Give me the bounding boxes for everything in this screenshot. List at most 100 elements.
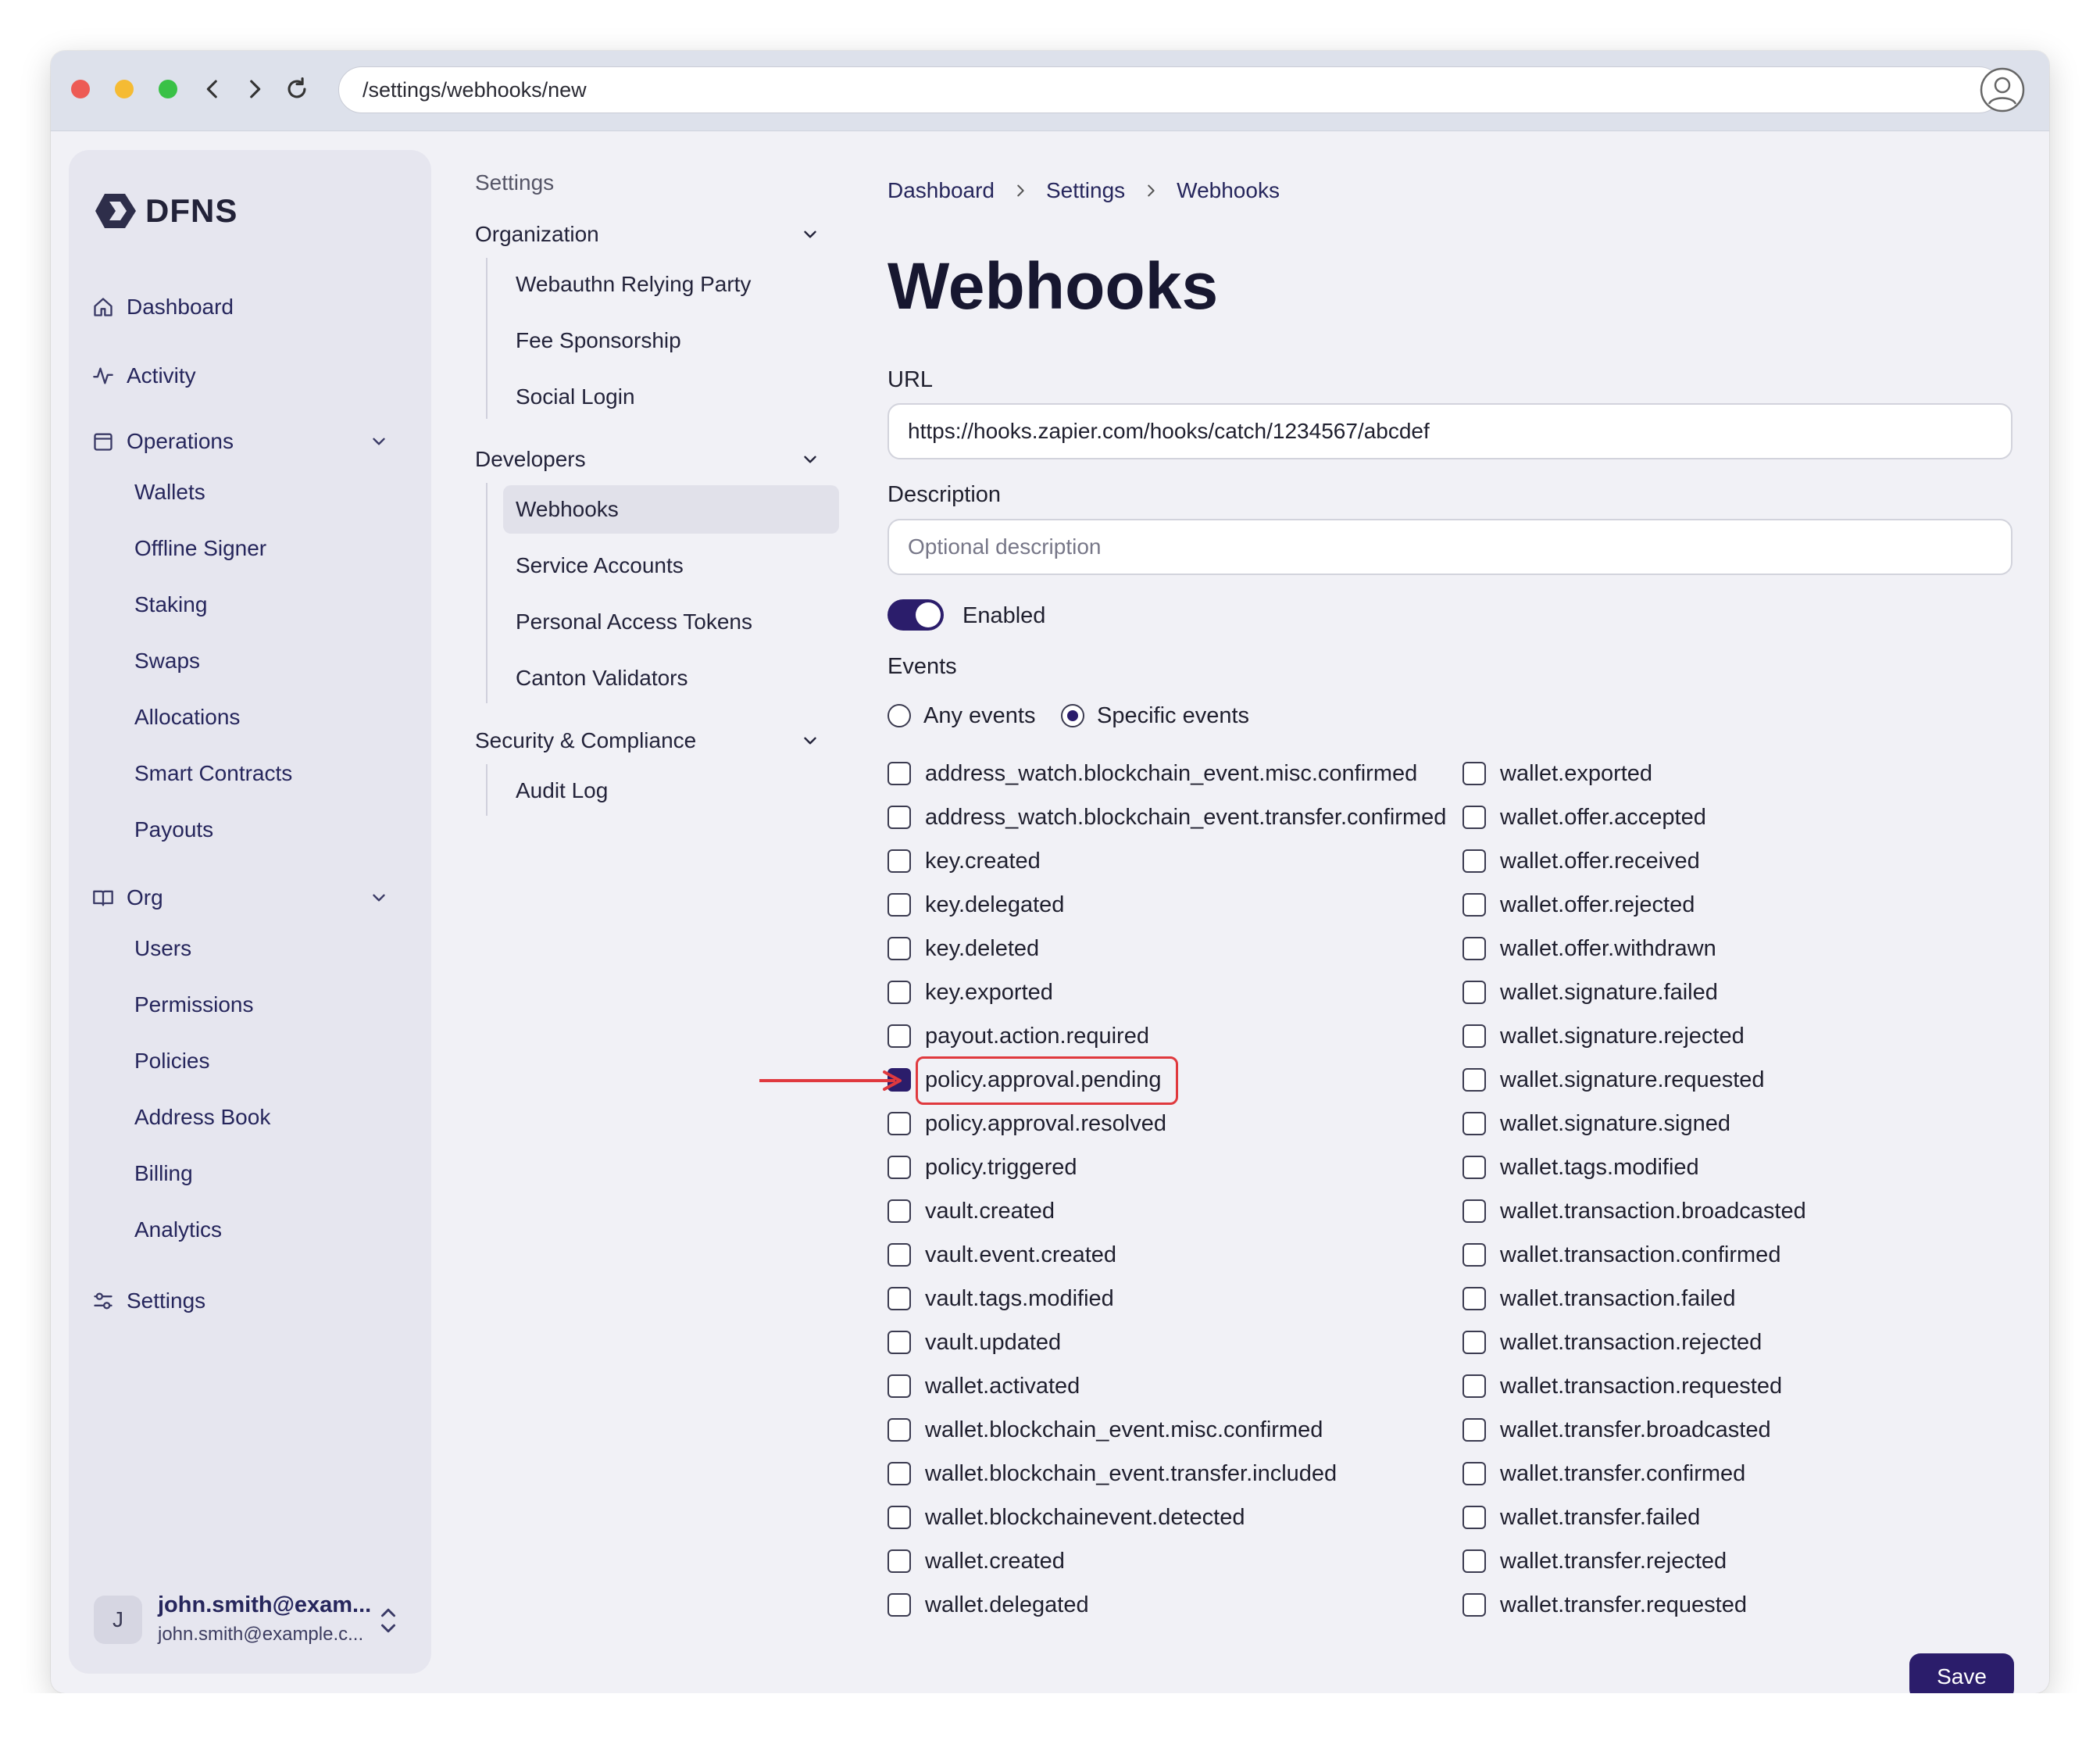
event-checkbox[interactable] xyxy=(1462,1331,1486,1354)
settings-section-security-compliance[interactable]: Security & Compliance xyxy=(475,723,828,759)
sidebar-item-dashboard[interactable]: Dashboard xyxy=(92,286,408,328)
event-option[interactable]: wallet.blockchain_event.misc.confirmed xyxy=(888,1414,1323,1446)
description-input[interactable] xyxy=(888,519,2012,575)
settings-item-personal-access-tokens[interactable]: Personal Access Tokens xyxy=(503,598,839,646)
event-option[interactable]: wallet.tags.modified xyxy=(1462,1152,1699,1183)
sidebar-item-swaps[interactable]: Swaps xyxy=(134,642,200,680)
sidebar-item-operations[interactable]: Operations xyxy=(92,420,408,463)
chevron-down-icon[interactable] xyxy=(369,431,389,452)
event-option[interactable]: wallet.exported xyxy=(1462,758,1652,789)
sidebar-item-users[interactable]: Users xyxy=(134,930,191,967)
chevron-up-down-icon[interactable] xyxy=(377,1605,400,1636)
reload-icon[interactable] xyxy=(284,76,310,102)
event-checkbox[interactable] xyxy=(1462,1243,1486,1267)
event-checkbox[interactable] xyxy=(888,937,911,960)
breadcrumb-settings[interactable]: Settings xyxy=(1046,178,1125,203)
event-option[interactable]: vault.created xyxy=(888,1195,1055,1227)
event-checkbox[interactable] xyxy=(888,1199,911,1223)
event-option[interactable]: wallet.offer.withdrawn xyxy=(1462,933,1716,964)
event-option[interactable]: address_watch.blockchain_event.transfer.… xyxy=(888,802,1446,833)
event-checkbox[interactable] xyxy=(1462,1462,1486,1485)
event-checkbox[interactable] xyxy=(1462,762,1486,785)
event-option[interactable]: wallet.offer.accepted xyxy=(1462,802,1706,833)
event-checkbox[interactable] xyxy=(1462,1418,1486,1442)
event-option[interactable]: wallet.transaction.requested xyxy=(1462,1371,1782,1402)
event-checkbox[interactable] xyxy=(1462,1287,1486,1310)
settings-item-webauthn-relying-party[interactable]: Webauthn Relying Party xyxy=(503,260,839,309)
event-checkbox[interactable] xyxy=(1462,937,1486,960)
event-checkbox[interactable] xyxy=(888,1374,911,1398)
sidebar-item-policies[interactable]: Policies xyxy=(134,1042,209,1080)
event-checkbox[interactable] xyxy=(888,1549,911,1573)
event-checkbox[interactable] xyxy=(888,806,911,829)
event-checkbox[interactable] xyxy=(1462,849,1486,873)
event-checkbox[interactable] xyxy=(1462,1199,1486,1223)
radio-button[interactable] xyxy=(888,704,911,727)
settings-section-developers[interactable]: Developers xyxy=(475,441,828,477)
event-checkbox[interactable] xyxy=(888,1418,911,1442)
event-option[interactable]: wallet.transaction.failed xyxy=(1462,1283,1735,1314)
event-option[interactable]: wallet.transfer.failed xyxy=(1462,1502,1700,1533)
event-checkbox[interactable] xyxy=(1462,981,1486,1004)
event-checkbox[interactable] xyxy=(888,981,911,1004)
settings-item-service-accounts[interactable]: Service Accounts xyxy=(503,541,839,590)
event-option[interactable]: wallet.transaction.broadcasted xyxy=(1462,1195,1806,1227)
event-option[interactable]: wallet.signature.signed xyxy=(1462,1108,1730,1139)
forward-arrow-icon[interactable] xyxy=(241,76,268,102)
event-option[interactable]: wallet.signature.rejected xyxy=(1462,1020,1745,1052)
event-option[interactable]: vault.tags.modified xyxy=(888,1283,1114,1314)
event-option[interactable]: key.delegated xyxy=(888,889,1064,920)
event-option[interactable]: vault.updated xyxy=(888,1327,1061,1358)
maximize-window-button[interactable] xyxy=(159,80,177,98)
event-checkbox[interactable] xyxy=(888,893,911,917)
event-checkbox[interactable] xyxy=(1462,1068,1486,1092)
settings-item-social-login[interactable]: Social Login xyxy=(503,373,839,421)
profile-icon[interactable] xyxy=(1979,66,2026,113)
event-checkbox[interactable] xyxy=(1462,893,1486,917)
enabled-toggle[interactable] xyxy=(888,599,944,631)
event-checkbox[interactable] xyxy=(888,1287,911,1310)
settings-item-fee-sponsorship[interactable]: Fee Sponsorship xyxy=(503,316,839,365)
chevron-down-icon[interactable] xyxy=(800,449,820,470)
settings-section-organization[interactable]: Organization xyxy=(475,216,828,252)
settings-item-canton-validators[interactable]: Canton Validators xyxy=(503,654,839,702)
back-arrow-icon[interactable] xyxy=(199,76,226,102)
event-option[interactable]: policy.triggered xyxy=(888,1152,1077,1183)
settings-item-webhooks[interactable]: Webhooks xyxy=(503,485,839,534)
event-option[interactable]: key.created xyxy=(888,845,1041,877)
sidebar-item-settings[interactable]: Settings xyxy=(92,1280,408,1322)
event-option[interactable]: wallet.transaction.confirmed xyxy=(1462,1239,1780,1270)
radio-any-events[interactable]: Any events xyxy=(888,700,1035,731)
event-option[interactable]: wallet.transfer.rejected xyxy=(1462,1546,1727,1577)
event-option[interactable]: wallet.transfer.confirmed xyxy=(1462,1458,1745,1489)
sidebar-item-offline-signer[interactable]: Offline Signer xyxy=(134,530,266,567)
address-bar[interactable]: /settings/webhooks/new xyxy=(338,66,2002,113)
chevron-down-icon[interactable] xyxy=(800,224,820,245)
sidebar-item-billing[interactable]: Billing xyxy=(134,1155,193,1192)
sidebar-item-permissions[interactable]: Permissions xyxy=(134,986,253,1024)
event-option[interactable]: address_watch.blockchain_event.misc.conf… xyxy=(888,758,1417,789)
sidebar-item-smart-contracts[interactable]: Smart Contracts xyxy=(134,755,292,792)
event-option[interactable]: wallet.blockchain_event.transfer.include… xyxy=(888,1458,1337,1489)
event-option[interactable]: vault.event.created xyxy=(888,1239,1116,1270)
event-checkbox[interactable] xyxy=(888,1593,911,1617)
event-checkbox[interactable] xyxy=(1462,1593,1486,1617)
event-checkbox[interactable] xyxy=(888,1462,911,1485)
event-checkbox[interactable] xyxy=(888,1506,911,1529)
breadcrumb-dashboard[interactable]: Dashboard xyxy=(888,178,995,203)
event-option[interactable]: wallet.blockchainevent.detected xyxy=(888,1502,1245,1533)
settings-item-audit-log[interactable]: Audit Log xyxy=(503,767,839,815)
sidebar-item-address-book[interactable]: Address Book xyxy=(134,1099,270,1136)
user-account-switcher[interactable]: J john.smith@exam... john.smith@example.… xyxy=(94,1588,409,1650)
breadcrumb-webhooks[interactable]: Webhooks xyxy=(1177,178,1280,203)
event-checkbox[interactable] xyxy=(888,1112,911,1135)
sidebar-item-org[interactable]: Org xyxy=(92,877,408,919)
sidebar-item-wallets[interactable]: Wallets xyxy=(134,474,205,511)
event-option[interactable]: wallet.transaction.rejected xyxy=(1462,1327,1762,1358)
event-checkbox[interactable] xyxy=(888,762,911,785)
event-option[interactable]: key.exported xyxy=(888,977,1053,1008)
event-checkbox[interactable] xyxy=(1462,1112,1486,1135)
event-option[interactable]: wallet.signature.failed xyxy=(1462,977,1718,1008)
event-option[interactable]: wallet.offer.received xyxy=(1462,845,1700,877)
radio-button[interactable] xyxy=(1061,704,1084,727)
